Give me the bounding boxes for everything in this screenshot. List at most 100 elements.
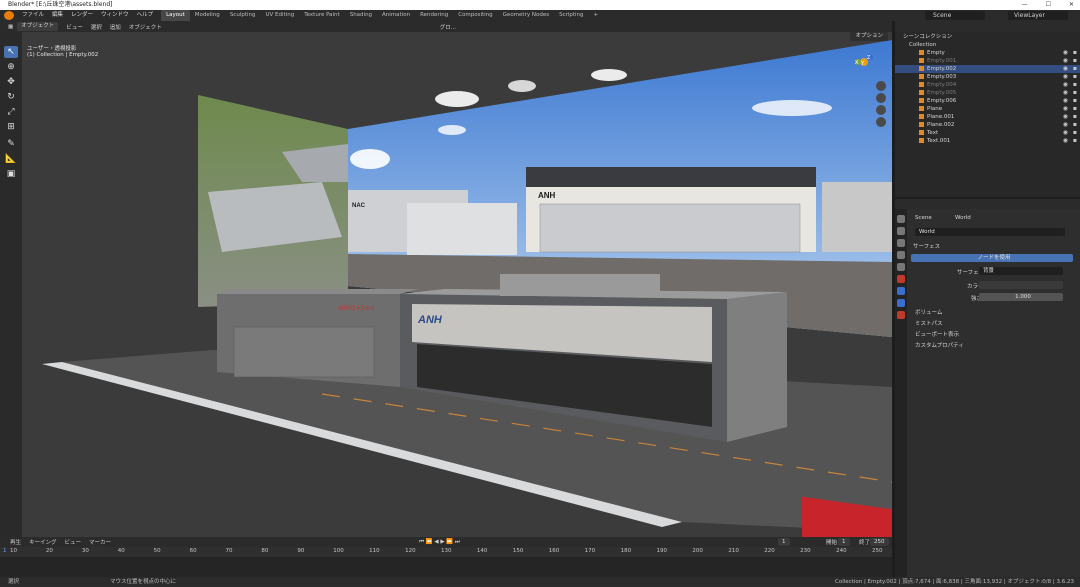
outliner-item[interactable]: Empty.003 ◉ ▪	[895, 73, 1080, 81]
scene-collection-row[interactable]: シーンコレクション	[895, 33, 1080, 41]
outliner-item[interactable]: Empty.002 ◉ ▪	[895, 65, 1080, 73]
editor-type-icon[interactable]: ▦	[4, 24, 17, 30]
visibility-eye-icon[interactable]: ◉	[1063, 65, 1068, 73]
outliner-item[interactable]: Plane.002 ◉ ▪	[895, 121, 1080, 129]
scene-tab-icon[interactable]	[897, 263, 905, 271]
playback-controls[interactable]: ⏮ ⏪ ◀ ▶ ⏩ ⏭	[415, 539, 464, 546]
world-name-field[interactable]: World	[915, 228, 1065, 236]
outliner-item[interactable]: Text.001 ◉ ▪	[895, 137, 1080, 145]
visibility-eye-icon[interactable]: ◉	[1063, 129, 1068, 137]
blender-logo-icon[interactable]	[4, 11, 14, 20]
viewport-menu-object[interactable]: オブジェクト	[125, 23, 166, 31]
start-frame-field[interactable]: 1	[838, 538, 850, 546]
render-camera-icon[interactable]: ▪	[1073, 121, 1077, 129]
visibility-eye-icon[interactable]: ◉	[1063, 81, 1068, 89]
workspace-tab[interactable]: Sculpting	[225, 10, 261, 21]
workspace-tab[interactable]: Animation	[377, 10, 415, 21]
visibility-eye-icon[interactable]: ◉	[1063, 49, 1068, 57]
texture-tab-icon[interactable]	[897, 311, 905, 319]
workspace-tab[interactable]: Modeling	[190, 10, 225, 21]
render-camera-icon[interactable]: ▪	[1073, 89, 1077, 97]
render-camera-icon[interactable]: ▪	[1073, 73, 1077, 81]
panel-mist-pass[interactable]: ミストパス	[915, 319, 943, 327]
render-camera-icon[interactable]: ▪	[1073, 129, 1077, 137]
timeline-editor[interactable]: 再生 キーイング ビュー マーカー ⏮ ⏪ ◀ ▶ ⏩ ⏭ 1 開始 1 終了 …	[0, 537, 892, 577]
render-camera-icon[interactable]: ▪	[1073, 65, 1077, 73]
end-frame-field[interactable]: 250	[870, 538, 889, 546]
outliner-item[interactable]: Empty ◉ ▪	[895, 49, 1080, 57]
world-tab-icon[interactable]	[897, 275, 905, 283]
menu-item[interactable]: 編集	[48, 10, 67, 21]
viewlayer-selector[interactable]: ViewLayer	[1008, 11, 1068, 20]
viewport-menu-view[interactable]: ビュー	[62, 23, 87, 31]
current-frame-field[interactable]: 1	[778, 538, 790, 546]
color-field[interactable]	[979, 281, 1063, 289]
visibility-eye-icon[interactable]: ◉	[1063, 137, 1068, 145]
visibility-eye-icon[interactable]: ◉	[1063, 97, 1068, 105]
collection-row[interactable]: Collection	[895, 41, 1080, 49]
viewport-scene[interactable]: ANH NAC AERO ASAHI ANH X Y Z	[22, 32, 892, 542]
workspace-tab[interactable]: Layout	[161, 10, 190, 21]
close-button[interactable]: ✕	[1069, 0, 1074, 10]
panel-volume[interactable]: ボリューム	[915, 308, 942, 316]
strength-field[interactable]: 1.000	[979, 293, 1063, 301]
mode-selector[interactable]: オブジェクト	[17, 22, 59, 31]
scale-tool-icon[interactable]: ⤢	[4, 106, 18, 118]
render-tab-icon[interactable]	[897, 227, 905, 235]
properties-editor[interactable]: Scene World World サーフェス ノードを使用 サーフェス 背景 …	[895, 199, 1080, 577]
timeline-ruler[interactable]: 10 20 30 40 50 60 70 80 90 100 110 120 130 140 150 160 1…	[0, 547, 892, 557]
workspace-tab[interactable]: Scripting	[554, 10, 588, 21]
rotate-tool-icon[interactable]: ↻	[4, 91, 18, 103]
modifier-tab-icon[interactable]	[897, 299, 905, 307]
annotate-tool-icon[interactable]: ✎	[4, 138, 18, 150]
timeline-menu-playback[interactable]: 再生	[6, 538, 25, 546]
panel-custom-properties[interactable]: カスタムプロパティ	[915, 341, 964, 349]
outliner-item[interactable]: Empty.001 ◉ ▪	[895, 57, 1080, 65]
visibility-eye-icon[interactable]: ◉	[1063, 105, 1068, 113]
render-camera-icon[interactable]: ▪	[1073, 57, 1077, 65]
workspace-tab[interactable]: Geometry Nodes	[498, 10, 554, 21]
workspace-tab[interactable]: Shading	[345, 10, 377, 21]
timeline-menu-keying[interactable]: キーイング	[25, 538, 61, 546]
workspace-tab[interactable]: Compositing	[453, 10, 497, 21]
select-tool-icon[interactable]: ↖	[4, 46, 18, 58]
viewport-menu-add[interactable]: 追加	[106, 23, 125, 31]
render-camera-icon[interactable]: ▪	[1073, 105, 1077, 113]
add-cube-tool-icon[interactable]: ▣	[4, 168, 18, 180]
tool-tab-icon[interactable]	[897, 215, 905, 223]
surface-shader-field[interactable]: 背景	[979, 267, 1063, 275]
outliner-item[interactable]: Empty.004 ◉ ▪	[895, 81, 1080, 89]
maximize-button[interactable]: ☐	[1046, 0, 1051, 10]
outliner-item[interactable]: Plane.001 ◉ ▪	[895, 113, 1080, 121]
outliner[interactable]: シーンコレクション Collection Empty ◉ ▪ Empty.001 ◉ ▪ E…	[895, 21, 1080, 197]
render-camera-icon[interactable]: ▪	[1073, 113, 1077, 121]
timeline-menu-marker[interactable]: マーカー	[85, 538, 115, 546]
3d-viewport[interactable]: ANH NAC AERO ASAHI ANH X Y Z ユーザー・透視投影 (…	[22, 32, 892, 542]
menu-item[interactable]: ファイル	[18, 10, 48, 21]
render-camera-icon[interactable]: ▪	[1073, 137, 1077, 145]
outliner-item[interactable]: Empty.006 ◉ ▪	[895, 97, 1080, 105]
visibility-eye-icon[interactable]: ◉	[1063, 89, 1068, 97]
minimize-button[interactable]: —	[1022, 0, 1028, 10]
move-tool-icon[interactable]: ✥	[4, 76, 18, 88]
visibility-eye-icon[interactable]: ◉	[1063, 57, 1068, 65]
measure-tool-icon[interactable]: 📐	[4, 153, 18, 165]
workspace-tab[interactable]: Texture Paint	[299, 10, 345, 21]
menu-item[interactable]: ヘルプ	[133, 10, 158, 21]
scene-selector[interactable]: Scene	[925, 11, 985, 20]
transform-orientation[interactable]: グロ...	[436, 23, 460, 31]
workspace-tab[interactable]: Rendering	[415, 10, 453, 21]
menu-item[interactable]: レンダー	[67, 10, 97, 21]
outliner-item[interactable]: Empty.005 ◉ ▪	[895, 89, 1080, 97]
visibility-eye-icon[interactable]: ◉	[1063, 121, 1068, 129]
visibility-eye-icon[interactable]: ◉	[1063, 113, 1068, 121]
outliner-item[interactable]: Plane ◉ ▪	[895, 105, 1080, 113]
outliner-item[interactable]: Text ◉ ▪	[895, 129, 1080, 137]
workspace-tab[interactable]: UV Editing	[261, 10, 300, 21]
render-camera-icon[interactable]: ▪	[1073, 97, 1077, 105]
timeline-menu-view[interactable]: ビュー	[61, 538, 86, 546]
render-camera-icon[interactable]: ▪	[1073, 49, 1077, 57]
panel-viewport-display[interactable]: ビューポート表示	[915, 330, 959, 338]
viewport-options-button[interactable]: オプション	[850, 32, 888, 41]
cursor-tool-icon[interactable]: ⊕	[4, 61, 18, 73]
